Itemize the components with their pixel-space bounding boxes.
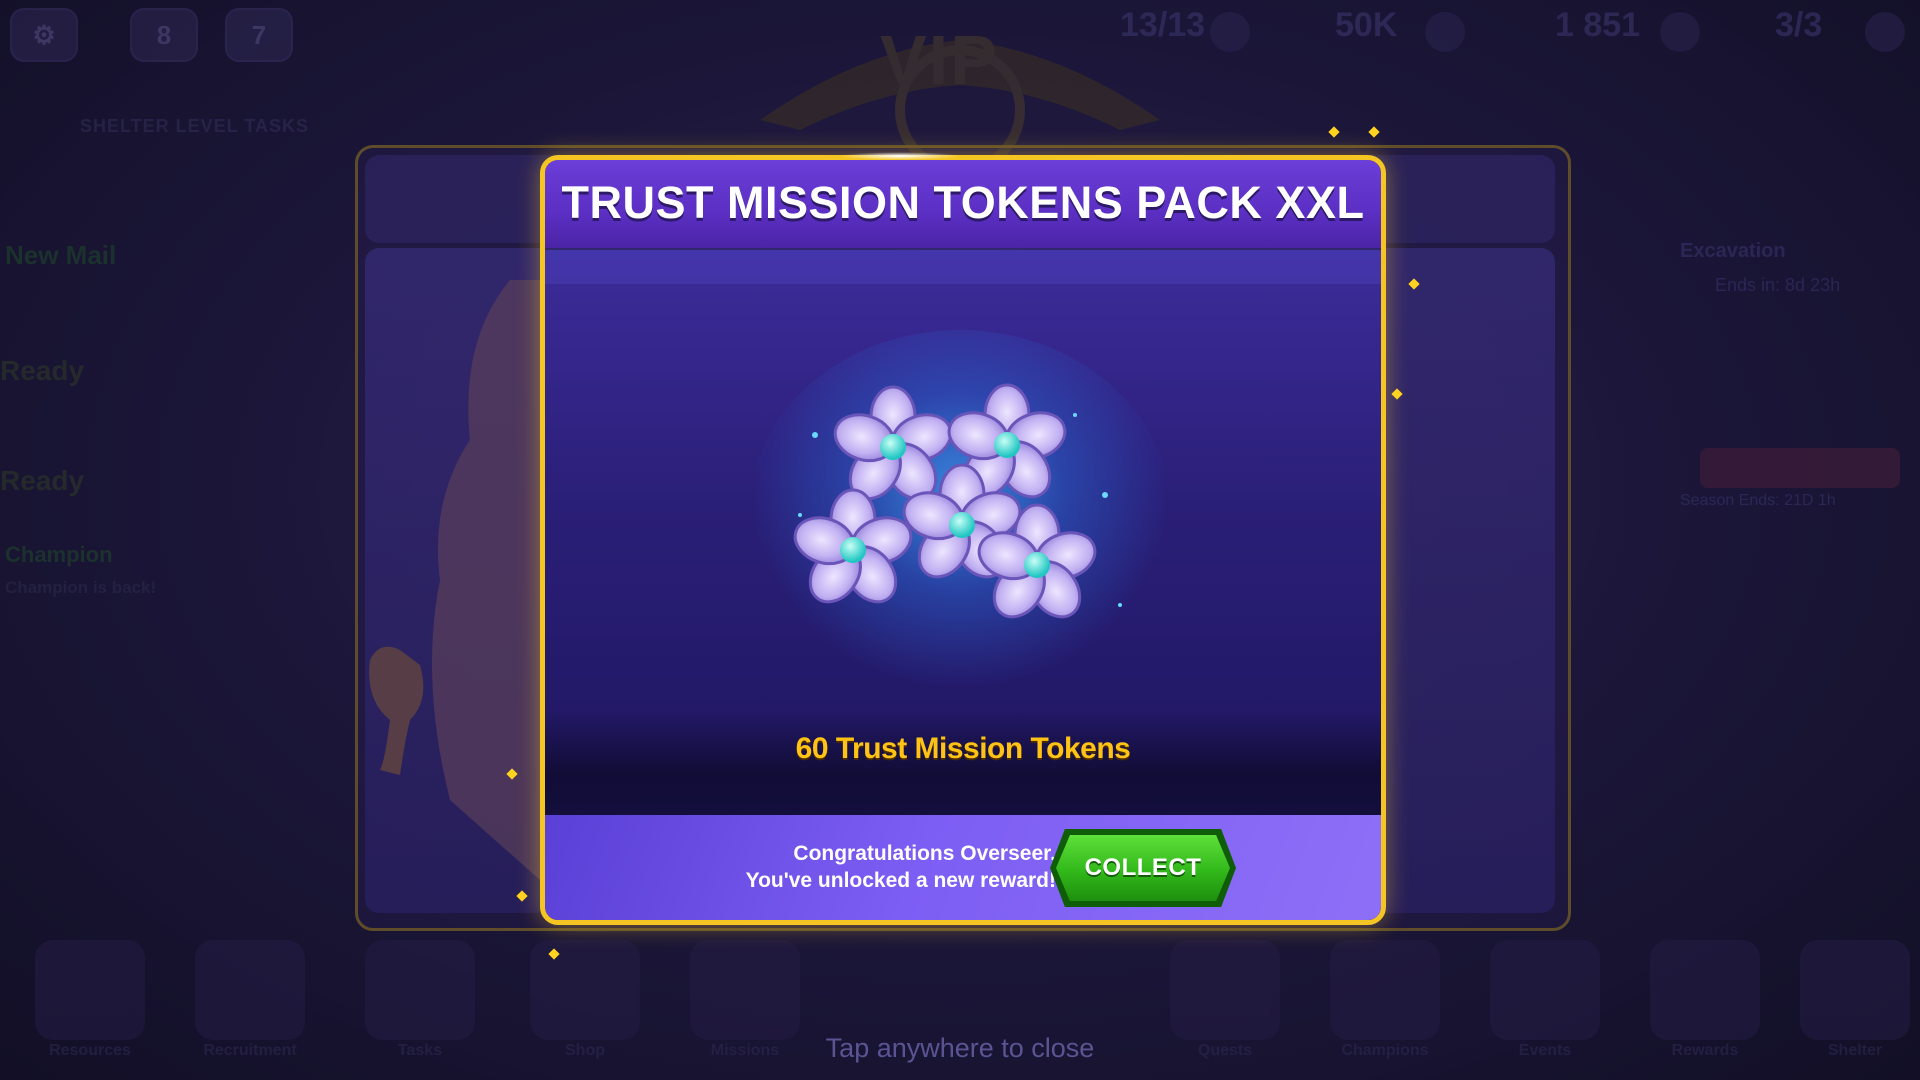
collect-button[interactable]: COLLECT [1056,835,1230,901]
excavation-title[interactable]: Excavation [1680,240,1786,263]
nav-events-icon[interactable] [1490,940,1600,1040]
nav-rewards-icon[interactable] [1650,940,1760,1040]
ready-label-1[interactable]: Ready [0,355,84,387]
body-top-band [545,250,1381,284]
vip-label[interactable]: VIP [880,20,999,100]
champion-subtext: Champion is back! [5,578,157,597]
reward-amount-label: 60 Trust Mission Tokens [795,732,1131,765]
settings-badge[interactable]: ⚙ [10,8,78,62]
right-event-panel: Excavation Ends in: 8d 23h Season Ends: … [1620,180,1920,580]
ready-label-2[interactable]: Ready [0,465,84,497]
character-portrait-icon [369,280,540,880]
tickets-icon [1865,12,1905,52]
notification-badge-b[interactable]: 7 [225,8,293,62]
caps-counter: 50K [1335,6,1398,44]
left-task-panel: SHELTER LEVEL TASKS New Mail Ready Ready… [0,100,350,620]
nav-resources-icon[interactable] [35,940,145,1040]
shelter-tasks-title: SHELTER LEVEL TASKS [80,116,310,136]
nav-shelter-icon[interactable] [1800,940,1910,1040]
flower-token-icon [787,383,1122,628]
header-glint [840,152,960,160]
champion-label[interactable]: Champion [5,542,113,568]
notification-badge-a[interactable]: 8 [130,8,198,62]
gems-counter: 1 851 [1555,6,1641,44]
excavation-timer: Ends in: 8d 23h [1715,275,1841,295]
event-button[interactable] [1700,448,1900,488]
reward-modal: TRUST MISSION TOKENS PACK XXL 60 Trust M… [540,155,1386,925]
nav-tasks-icon[interactable] [365,940,475,1040]
modal-title: TRUST MISSION TOKENS PACK XXL [561,177,1365,228]
nav-missions-icon[interactable] [690,940,800,1040]
congrats-line-1: Congratulations Overseer, [793,842,1056,865]
nav-recruitment-icon[interactable] [195,940,305,1040]
caps-icon [1425,12,1465,52]
new-mail-label[interactable]: New Mail [5,240,116,271]
gems-icon [1660,12,1700,52]
congrats-line-2: You've unlocked a new reward! [745,869,1056,892]
nav-champions-icon[interactable] [1330,940,1440,1040]
nav-quests-icon[interactable] [1170,940,1280,1040]
nav-shop-icon[interactable] [530,940,640,1040]
energy-icon [1210,12,1250,52]
season-ends-label: Season Ends: 21D 1h [1680,492,1836,509]
tickets-counter: 3/3 [1775,6,1823,44]
tap-to-close-hint[interactable]: Tap anywhere to close [0,1033,1920,1064]
congrats-message: Congratulations Overseer, You've unlocke… [746,840,1056,894]
